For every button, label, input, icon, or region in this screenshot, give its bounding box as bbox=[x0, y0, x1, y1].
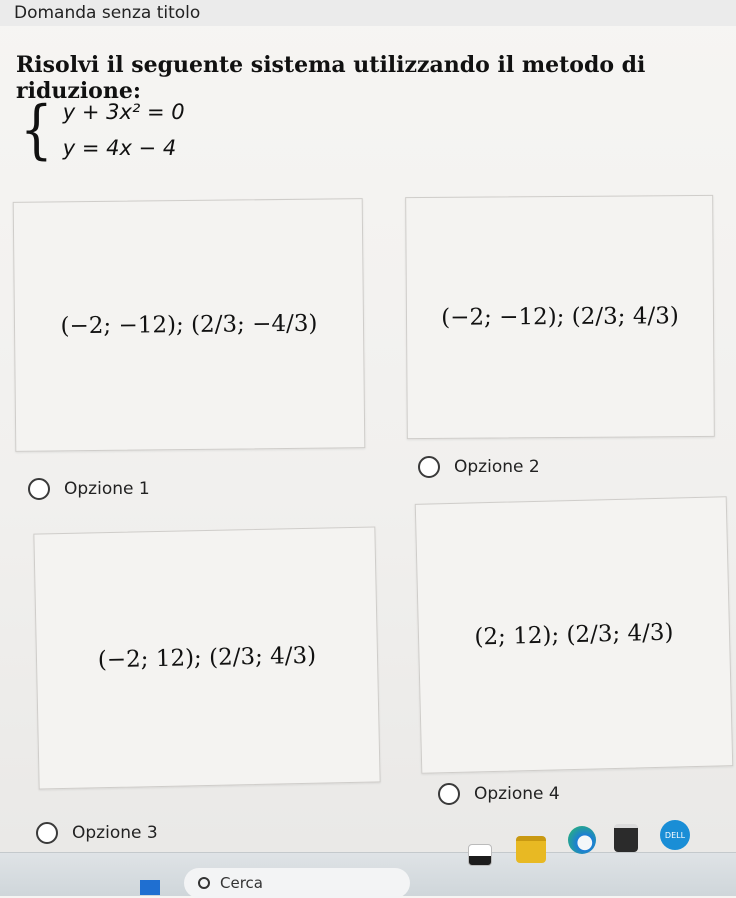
equations: y + 3x² = 0 y = 4x − 4 bbox=[63, 94, 185, 166]
option-3-radio[interactable] bbox=[36, 822, 58, 844]
option-3-label: Opzione 3 bbox=[72, 823, 158, 843]
option-3-radio-row[interactable]: Opzione 3 bbox=[36, 822, 158, 844]
file-explorer-icon[interactable] bbox=[516, 836, 546, 863]
option-1-radio[interactable] bbox=[28, 478, 50, 500]
option-3-image-card[interactable]: (−2; 12); (2/3; 4/3) bbox=[33, 526, 381, 790]
option-4-radio-row[interactable]: Opzione 4 bbox=[438, 783, 560, 805]
dell-logo-text: DELL bbox=[664, 830, 686, 840]
option-2-radio[interactable] bbox=[418, 456, 440, 478]
option-1-image-card[interactable]: (−2; −12); (2/3; −4/3) bbox=[12, 198, 366, 452]
brace-icon: { bbox=[20, 93, 53, 167]
search-label: Cerca bbox=[220, 874, 263, 892]
store-icon[interactable] bbox=[614, 824, 638, 852]
option-2-image-card[interactable]: (−2; −12); (2/3; 4/3) bbox=[405, 194, 715, 440]
windows-start-icon[interactable] bbox=[140, 880, 160, 895]
edge-icon[interactable] bbox=[568, 826, 596, 854]
option-2-label: Opzione 2 bbox=[454, 457, 540, 477]
task-view-icon[interactable] bbox=[468, 844, 492, 866]
option-2-answer: (−2; −12); (2/3; 4/3) bbox=[441, 303, 679, 331]
title-bar: Domanda senza titolo bbox=[0, 0, 736, 26]
equation-system: { y + 3x² = 0 y = 4x − 4 bbox=[16, 90, 185, 170]
option-1-radio-row[interactable]: Opzione 1 bbox=[28, 478, 150, 500]
option-4-radio[interactable] bbox=[438, 783, 460, 805]
form-title: Domanda senza titolo bbox=[14, 3, 201, 23]
option-1-label: Opzione 1 bbox=[64, 479, 150, 499]
option-4-label: Opzione 4 bbox=[474, 784, 560, 804]
option-2-radio-row[interactable]: Opzione 2 bbox=[418, 456, 540, 478]
option-4-image-card[interactable]: (2; 12); (2/3; 4/3) bbox=[414, 496, 734, 774]
taskbar-search[interactable]: Cerca bbox=[184, 868, 410, 898]
dell-icon[interactable]: DELL bbox=[660, 820, 690, 850]
option-3-answer: (−2; 12); (2/3; 4/3) bbox=[97, 642, 317, 674]
option-1-answer: (−2; −12); (2/3; −4/3) bbox=[60, 310, 318, 340]
equation-2: y = 4x − 4 bbox=[62, 136, 177, 160]
search-icon bbox=[198, 877, 210, 889]
option-4-answer: (2; 12); (2/3; 4/3) bbox=[474, 619, 674, 651]
equation-1: y + 3x² = 0 bbox=[62, 100, 185, 124]
